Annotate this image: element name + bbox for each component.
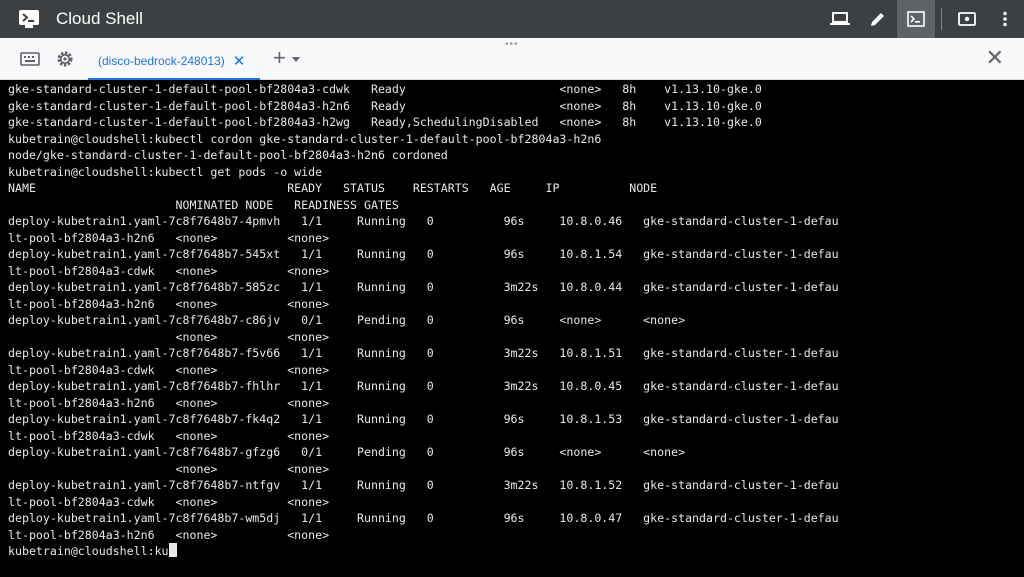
terminal-prompt: kubetrain@cloudshell:ku: [8, 544, 169, 558]
terminal-line: lt-pool-bf2804a3-cdwk <none> <none>: [8, 263, 330, 278]
terminal-line: deploy-kubetrain1.yaml-7c8f7648b7-fk4q2 …: [8, 412, 839, 426]
terminal-line: NOMINATED NODE READINESS GATES: [8, 197, 399, 212]
laptop-icon: [830, 12, 850, 25]
close-tab-icon[interactable]: ✕: [233, 52, 246, 70]
terminal-button[interactable]: [897, 0, 935, 38]
terminal-line: deploy-kubetrain1.yaml-7c8f7648b7-gfzg6 …: [8, 445, 686, 459]
top-bar: Cloud Shell: [0, 0, 1024, 38]
new-window-icon: [958, 12, 976, 26]
more-vert-icon: [1003, 11, 1007, 27]
more-options-button[interactable]: [986, 0, 1024, 38]
terminal[interactable]: gke-standard-cluster-1-default-pool-bf28…: [0, 80, 1024, 577]
terminal-line: node/gke-standard-cluster-1-default-pool…: [8, 148, 448, 162]
pencil-icon: [871, 13, 884, 26]
settings-button[interactable]: [55, 49, 75, 69]
terminal-line: lt-pool-bf2804a3-h2n6 <none> <none>: [8, 527, 330, 542]
top-actions: [821, 0, 1024, 38]
close-panel-icon[interactable]: ✕: [986, 47, 1004, 69]
terminal-line: lt-pool-bf2804a3-h2n6 <none> <none>: [8, 296, 330, 311]
tab-bar: ••• (disco-bedrock-248013) ✕ + ✕: [0, 38, 1024, 80]
cloud-shell-logo-icon: [18, 8, 40, 30]
terminal-line: deploy-kubetrain1.yaml-7c8f7648b7-4pmvh …: [8, 214, 839, 228]
resize-handle[interactable]: •••: [505, 39, 519, 50]
terminal-line: deploy-kubetrain1.yaml-7c8f7648b7-fhlhr …: [8, 379, 839, 393]
terminal-line: deploy-kubetrain1.yaml-7c8f7648b7-ntfgv …: [8, 478, 839, 492]
gear-icon: [57, 51, 73, 67]
cloud-shell-window: Cloud Shell ••• (disco-bedrock-248013) ✕…: [0, 0, 1024, 577]
terminal-line: kubetrain@cloudshell:kubectl get pods -o…: [8, 164, 323, 179]
toolbar-separator: [941, 8, 942, 30]
terminal-line: gke-standard-cluster-1-default-pool-bf28…: [8, 115, 762, 129]
terminal-line: lt-pool-bf2804a3-h2n6 <none> <none>: [8, 230, 330, 245]
terminal-line: deploy-kubetrain1.yaml-7c8f7648b7-545xt …: [8, 247, 839, 261]
terminal-line: lt-pool-bf2804a3-cdwk <none> <none>: [8, 428, 330, 443]
terminal-line: gke-standard-cluster-1-default-pool-bf28…: [8, 82, 762, 96]
terminal-line: deploy-kubetrain1.yaml-7c8f7648b7-wm5dj …: [8, 511, 839, 525]
plus-icon: +: [273, 45, 286, 70]
terminal-line: <none> <none>: [8, 461, 330, 476]
tab-label: (disco-bedrock-248013): [98, 54, 225, 68]
terminal-line: deploy-kubetrain1.yaml-7c8f7648b7-c86jv …: [8, 313, 686, 327]
open-new-window-button[interactable]: [948, 0, 986, 38]
terminal-line: gke-standard-cluster-1-default-pool-bf28…: [8, 98, 762, 113]
terminal-line: <none> <none>: [8, 329, 330, 344]
chevron-down-icon: [291, 56, 300, 62]
terminal-line: deploy-kubetrain1.yaml-7c8f7648b7-585zc …: [8, 280, 839, 294]
terminal-cursor: [168, 543, 177, 557]
terminal-line: deploy-kubetrain1.yaml-7c8f7648b7-f5v66 …: [8, 346, 839, 360]
app-title: Cloud Shell: [56, 9, 143, 28]
terminal-line: lt-pool-bf2804a3-cdwk <none> <none>: [8, 494, 330, 509]
terminal-icon: [907, 11, 925, 27]
terminal-prompt-line[interactable]: kubetrain@cloudshell:ku: [8, 543, 839, 560]
terminal-line: kubetrain@cloudshell:kubectl cordon gke-…: [8, 131, 602, 146]
terminal-line: lt-pool-bf2804a3-cdwk <none> <none>: [8, 362, 330, 377]
keyboard-button[interactable]: [20, 49, 40, 69]
open-editor-button[interactable]: [859, 0, 897, 38]
keyboard-icon: [20, 52, 40, 66]
terminal-line: NAME READY STATUS RESTARTS AGE IP NODE: [8, 181, 658, 195]
terminal-line: lt-pool-bf2804a3-h2n6 <none> <none>: [8, 395, 330, 410]
add-tab-button[interactable]: +: [273, 47, 300, 69]
web-preview-button[interactable]: [821, 0, 859, 38]
terminal-output: gke-standard-cluster-1-default-pool-bf28…: [8, 81, 839, 560]
tab-disco-bedrock[interactable]: (disco-bedrock-248013) ✕: [88, 44, 260, 80]
